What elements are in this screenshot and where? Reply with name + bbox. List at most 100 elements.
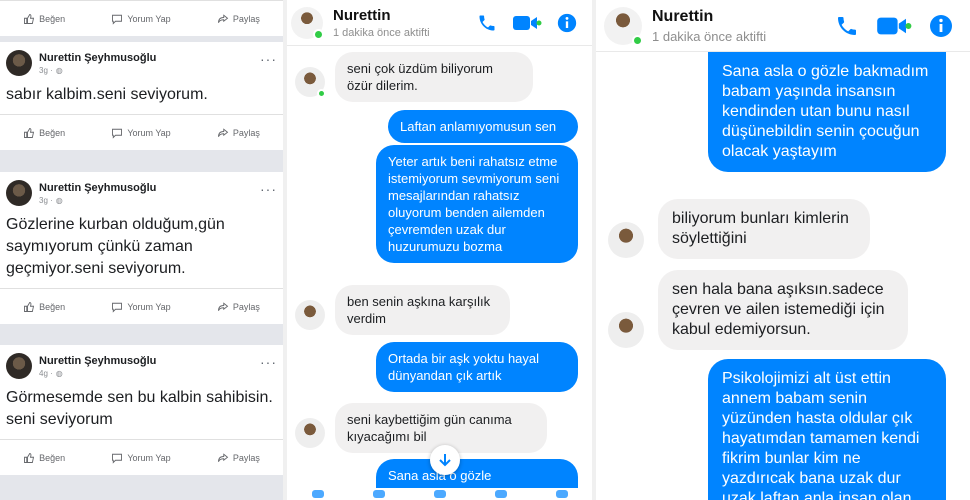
share-button[interactable]: Paylaş — [217, 127, 260, 139]
comment-label: Yorum Yap — [127, 127, 171, 138]
contact-avatar[interactable] — [295, 418, 325, 448]
info-icon[interactable] — [556, 12, 578, 34]
contact-avatar[interactable] — [608, 312, 644, 348]
author-avatar[interactable] — [6, 353, 32, 379]
more-options-icon[interactable]: ··· — [260, 354, 277, 370]
camera-icon[interactable] — [372, 490, 385, 498]
outgoing-message[interactable]: Laftan anlamıyomusun sen — [388, 110, 578, 143]
like-label: Beğen — [39, 301, 66, 312]
chat-header: Nurettin 1 dakika önce aktifti — [287, 0, 592, 46]
comment-button[interactable]: Yorum Yap — [111, 13, 171, 25]
online-indicator — [313, 28, 324, 40]
share-icon — [217, 127, 229, 137]
scroll-to-bottom-button[interactable] — [430, 445, 460, 475]
video-camera-icon[interactable] — [876, 13, 912, 39]
comment-label: Yorum Yap — [127, 301, 171, 312]
share-label: Paylaş — [232, 452, 260, 463]
messenger-chat-panel: Nurettin 1 dakika önce aktifti Sana asla… — [596, 0, 970, 500]
incoming-message[interactable]: biliyorum bunları kimlerin söylettiğini — [658, 199, 870, 259]
like-button[interactable]: Beğen — [23, 13, 65, 25]
outgoing-message[interactable]: Psikolojimizi alt üst ettin annem babam … — [708, 359, 946, 500]
share-icon — [217, 301, 229, 311]
comment-icon — [112, 453, 123, 464]
chat-header: Nurettin 1 dakika önce aktifti — [596, 0, 970, 52]
contact-avatar[interactable] — [604, 6, 643, 46]
composer-toolbar — [287, 488, 592, 500]
comment-icon — [112, 14, 123, 25]
like-label: Beğen — [39, 452, 66, 463]
globe-icon: ◍ — [55, 195, 63, 205]
thumbs-up-icon — [24, 301, 35, 312]
incoming-message[interactable]: sen hala bana aşıksın.sadece çevren ve a… — [658, 270, 908, 350]
comment-label: Yorum Yap — [127, 452, 171, 463]
like-button[interactable]: Beğen — [23, 127, 65, 139]
share-icon — [217, 452, 229, 462]
author-name[interactable]: Nurettin Şeyhmusoğlu — [39, 52, 260, 64]
contact-avatar[interactable] — [291, 6, 324, 40]
mic-icon[interactable] — [494, 490, 507, 498]
online-indicator — [317, 89, 326, 98]
post-text: Görmesemde sen bu kalbin sahibisin. seni… — [6, 389, 273, 428]
info-icon[interactable] — [928, 13, 954, 39]
share-label: Paylaş — [232, 127, 260, 138]
add-icon[interactable] — [311, 490, 324, 498]
like-button[interactable]: Beğen — [23, 452, 65, 464]
contact-avatar[interactable] — [295, 300, 325, 330]
share-label: Paylaş — [232, 13, 260, 24]
online-indicator — [632, 34, 643, 46]
post-time: 3g · — [39, 195, 53, 205]
thumbs-up-icon — [24, 452, 35, 463]
outgoing-message[interactable]: Yeter artık beni rahatsız etme istemiyor… — [376, 145, 578, 263]
phone-icon[interactable] — [476, 12, 498, 34]
like-label: Beğen — [39, 13, 66, 24]
incoming-message[interactable]: seni çok üzdüm biliyorum özür dilerim. — [335, 52, 533, 102]
author-name[interactable]: Nurettin Şeyhmusoğlu — [39, 182, 260, 194]
more-options-icon[interactable]: ··· — [260, 51, 277, 67]
outgoing-message[interactable]: Ortada bir aşk yoktu hayal dünyandan çık… — [376, 342, 578, 392]
thumbs-up-icon — [24, 127, 35, 138]
globe-icon: ◍ — [55, 65, 63, 75]
share-label: Paylaş — [232, 301, 260, 312]
post-action-bar: Beğen Yorum Yap Paylaş — [0, 0, 283, 36]
comment-button[interactable]: Yorum Yap — [111, 127, 171, 139]
post-text: sabır kalbim.seni seviyorum. — [6, 86, 208, 103]
post-action-bar: Beğen Yorum Yap Paylaş — [0, 114, 283, 150]
post-text: Gözlerine kurban olduğum,gün saymıyorum … — [6, 216, 225, 277]
author-name[interactable]: Nurettin Şeyhmusoğlu — [39, 355, 260, 367]
more-options-icon[interactable]: ··· — [260, 181, 277, 197]
video-camera-icon[interactable] — [512, 12, 542, 34]
facebook-post: Nurettin Şeyhmusoğlu 3g · ◍ ··· sabır kal… — [0, 42, 283, 150]
contact-avatar[interactable] — [608, 222, 644, 258]
arrow-down-icon — [439, 454, 451, 467]
phone-icon[interactable] — [834, 13, 860, 39]
thumbs-up-icon — [24, 13, 35, 24]
contact-name[interactable]: Nurettin — [333, 7, 476, 24]
like-label: Beğen — [39, 127, 66, 138]
incoming-message[interactable]: ben senin aşkına karşılık verdim — [335, 285, 510, 335]
like-button[interactable]: Beğen — [23, 301, 65, 313]
comment-button[interactable]: Yorum Yap — [111, 452, 171, 464]
globe-icon: ◍ — [55, 368, 63, 378]
author-avatar[interactable] — [6, 50, 32, 76]
contact-name[interactable]: Nurettin — [652, 8, 834, 26]
share-button[interactable]: Paylaş — [217, 13, 260, 25]
share-icon — [217, 13, 229, 23]
facebook-post: Nurettin Şeyhmusoğlu 4g · ◍ ··· Görmesemd… — [0, 345, 283, 475]
post-time: 4g · — [39, 368, 53, 378]
share-button[interactable]: Paylaş — [217, 301, 260, 313]
author-avatar[interactable] — [6, 180, 32, 206]
gallery-icon[interactable] — [433, 490, 446, 498]
emoji-icon[interactable] — [555, 490, 568, 498]
facebook-post: Nurettin Şeyhmusoğlu 3g · ◍ ··· Gözlerine… — [0, 172, 283, 324]
active-status: 1 dakika önce aktifti — [333, 26, 430, 39]
outgoing-message[interactable]: Sana asla o gözle bakmadım babam yaşında… — [708, 52, 946, 172]
post-action-bar: Beğen Yorum Yap Paylaş — [0, 439, 283, 475]
post-action-bar: Beğen Yorum Yap Paylaş — [0, 288, 283, 324]
comment-button[interactable]: Yorum Yap — [111, 301, 171, 313]
screenshot-collage: Beğen Yorum Yap Paylaş Nurettin Şeyhmuso… — [0, 0, 970, 500]
facebook-feed-panel: Beğen Yorum Yap Paylaş Nurettin Şeyhmuso… — [0, 0, 283, 500]
share-button[interactable]: Paylaş — [217, 452, 260, 464]
comment-icon — [112, 302, 123, 313]
comment-icon — [112, 128, 123, 139]
contact-avatar[interactable] — [295, 67, 326, 98]
